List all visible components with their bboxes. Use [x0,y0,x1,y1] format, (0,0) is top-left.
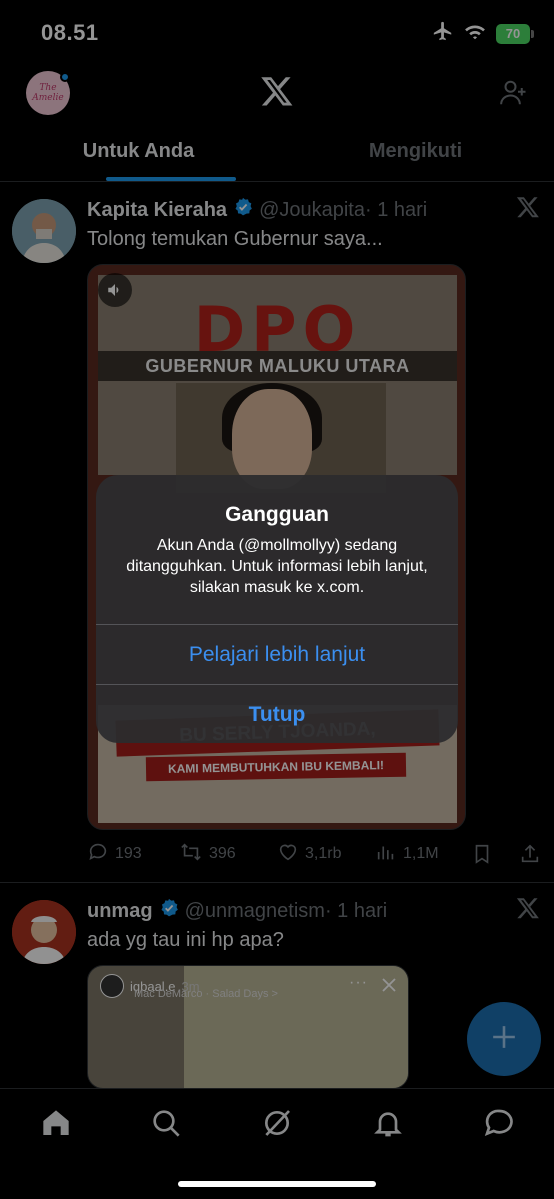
alert-message: Akun Anda (@mollmollyy) sedang ditangguh… [126,537,428,596]
learn-more-button[interactable]: Pelajari lebih lanjut [96,625,458,684]
home-indicator [178,1181,376,1187]
alert-title: Gangguan [225,503,329,526]
alert-dialog: Gangguan Akun Anda (@mollmollyy) sedang … [96,475,458,743]
close-button[interactable]: Tutup [96,685,458,743]
